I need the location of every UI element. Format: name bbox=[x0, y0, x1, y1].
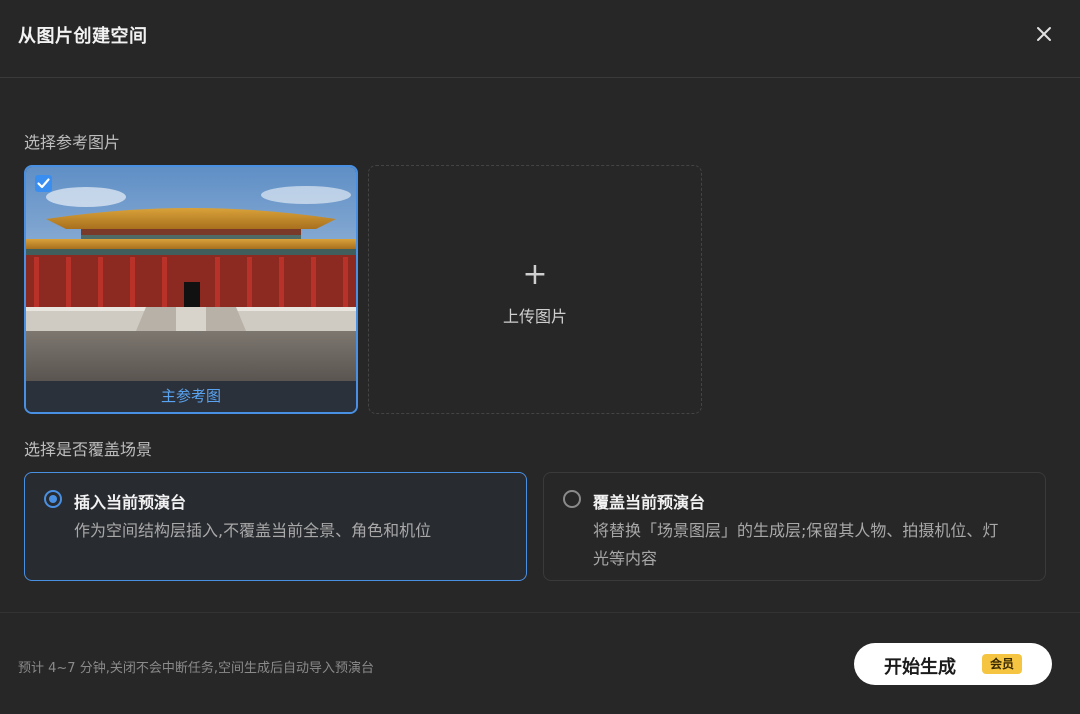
upload-image-card[interactable]: + 上传图片 bbox=[368, 165, 702, 414]
vip-badge: 会员 bbox=[982, 654, 1022, 674]
main-reference-caption: 主参考图 bbox=[26, 381, 356, 412]
option-title: 覆盖当前预演台 bbox=[593, 493, 706, 512]
radio-selected[interactable] bbox=[44, 490, 62, 508]
create-space-dialog: 从图片创建空间 选择参考图片 主参考图 + 上传图片 选择是否覆盖场景 插入当前… bbox=[0, 0, 1080, 714]
dialog-title: 从图片创建空间 bbox=[18, 26, 148, 47]
option-description: 将替换「场景图层」的生成层;保留其人物、拍摄机位、灯光等内容 bbox=[593, 521, 999, 568]
overlay-section-label: 选择是否覆盖场景 bbox=[24, 440, 153, 459]
palace-image bbox=[26, 167, 356, 381]
close-button[interactable] bbox=[1030, 20, 1058, 48]
start-generate-button[interactable]: 开始生成 会员 bbox=[854, 643, 1052, 685]
plus-icon: + bbox=[522, 257, 548, 292]
check-icon bbox=[37, 178, 50, 189]
option-insert-stage[interactable]: 插入当前预演台 作为空间结构层插入,不覆盖当前全景、角色和机位 bbox=[24, 472, 527, 581]
option-description: 作为空间结构层插入,不覆盖当前全景、角色和机位 bbox=[74, 521, 432, 540]
option-title: 插入当前预演台 bbox=[74, 493, 187, 512]
footer-note: 预计 4~7 分钟,关闭不会中断任务,空间生成后自动导入预演台 bbox=[18, 661, 374, 676]
reference-section-label: 选择参考图片 bbox=[24, 133, 121, 152]
radio-unselected[interactable] bbox=[563, 490, 581, 508]
footer-divider bbox=[0, 612, 1080, 613]
option-overwrite-stage[interactable]: 覆盖当前预演台 将替换「场景图层」的生成层;保留其人物、拍摄机位、灯光等内容 bbox=[543, 472, 1046, 581]
upload-label: 上传图片 bbox=[502, 307, 567, 326]
main-reference-image-card[interactable]: 主参考图 bbox=[24, 165, 358, 414]
close-icon bbox=[1037, 27, 1051, 41]
start-generate-label: 开始生成 bbox=[884, 657, 956, 678]
selected-checkbox[interactable] bbox=[35, 175, 52, 192]
dialog-header: 从图片创建空间 bbox=[0, 0, 1080, 78]
